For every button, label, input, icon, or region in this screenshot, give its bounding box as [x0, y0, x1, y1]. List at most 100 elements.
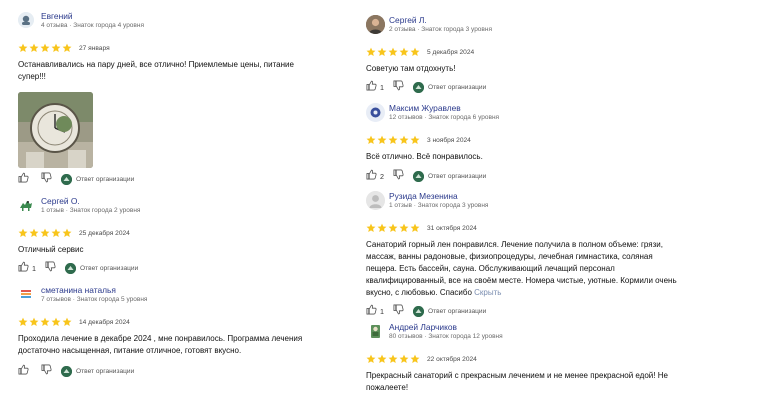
- dislike-button[interactable]: [393, 302, 404, 320]
- like-button[interactable]: [18, 362, 32, 380]
- organization-logo-icon: [413, 170, 424, 182]
- avatar[interactable]: [366, 322, 385, 341]
- thumb-up-icon: [366, 302, 377, 320]
- star-icon: [388, 135, 398, 144]
- thumb-up-icon: [18, 259, 29, 277]
- star-icon: [410, 47, 420, 56]
- dislike-button[interactable]: [45, 259, 56, 277]
- rating-row: 3 ноября 2024: [366, 133, 696, 147]
- avatar[interactable]: [366, 191, 385, 210]
- review-date: 14 декабря 2024: [79, 318, 130, 326]
- rating-stars: [366, 223, 420, 233]
- review-card: Рузида Мезенина 1 отзыв · Знаток города …: [366, 191, 696, 318]
- organization-logo-icon: [413, 81, 424, 93]
- org-reply-button[interactable]: Ответ организации: [61, 365, 135, 377]
- dislike-button[interactable]: [393, 167, 404, 185]
- reviewer-name[interactable]: Евгений: [41, 11, 73, 21]
- rating-row: 31 октября 2024: [366, 221, 696, 235]
- reviewer-name[interactable]: Сергей О.: [41, 196, 80, 206]
- review-card: Сергей Л. 2 отзыва · Знаток города 3 уро…: [366, 15, 696, 94]
- reviewer-meta: 4 отзыва · Знаток города 4 уровня: [41, 22, 144, 29]
- star-icon: [18, 43, 28, 52]
- star-icon: [18, 228, 28, 237]
- like-button[interactable]: 1: [18, 259, 36, 277]
- reviewer-name[interactable]: сметанина наталья: [41, 285, 116, 295]
- review-actions: Ответ организации: [18, 364, 338, 378]
- avatar[interactable]: [366, 103, 385, 122]
- reviewer-name[interactable]: Сергей Л.: [389, 15, 427, 25]
- org-reply-label: Ответ организации: [428, 172, 487, 180]
- star-icon: [399, 47, 409, 56]
- star-icon: [29, 317, 39, 326]
- star-icon: [366, 354, 376, 363]
- dislike-button[interactable]: [393, 78, 404, 96]
- like-button[interactable]: 2: [366, 167, 384, 185]
- review-text: Отличный сервис: [18, 245, 84, 254]
- star-icon: [399, 135, 409, 144]
- star-icon: [377, 47, 387, 56]
- org-reply-button[interactable]: Ответ организации: [413, 81, 486, 93]
- review-header: Сергей О. 1 отзыв · Знаток города 2 уров…: [18, 196, 338, 226]
- avatar[interactable]: [18, 286, 34, 302]
- avatar[interactable]: [18, 12, 34, 28]
- star-icon: [366, 135, 376, 144]
- org-reply-label: Ответ организации: [76, 367, 135, 375]
- org-reply-button[interactable]: Ответ организации: [65, 262, 138, 274]
- thumb-down-icon: [41, 170, 52, 188]
- org-reply-label: Ответ организации: [428, 307, 487, 315]
- like-button[interactable]: [18, 170, 32, 188]
- star-icon: [29, 43, 39, 52]
- rating-stars: [18, 228, 72, 238]
- organization-logo-icon: [413, 305, 424, 317]
- review-text: Проходила лечение в декабре 2024 , мне п…: [18, 334, 303, 355]
- review-date: 31 октября 2024: [427, 224, 477, 232]
- review-text: Советую там отдохнуть!: [366, 64, 456, 73]
- avatar[interactable]: [18, 197, 34, 213]
- star-icon: [51, 43, 61, 52]
- review-card: сметанина наталья 7 отзывов · Знаток гор…: [18, 285, 338, 378]
- reviewer-name[interactable]: Максим Журавлев: [389, 103, 461, 113]
- organization-logo-icon: [61, 365, 72, 377]
- star-icon: [399, 354, 409, 363]
- review-card: Максим Журавлев 12 отзывов · Знаток горо…: [366, 103, 696, 183]
- review-header: сметанина наталья 7 отзывов · Знаток гор…: [18, 285, 338, 315]
- dislike-button[interactable]: [41, 362, 52, 380]
- avatar[interactable]: [366, 15, 385, 34]
- review-text: Санаторий горный лен понравился. Лечение…: [366, 239, 684, 299]
- review-card: Евгений 4 отзыва · Знаток города 4 уровн…: [18, 11, 338, 186]
- review-text: Останавливались на пару дней, все отличн…: [18, 60, 294, 81]
- like-button[interactable]: 1: [366, 302, 384, 320]
- dislike-button[interactable]: [41, 170, 52, 188]
- reviewer-name[interactable]: Андрей Ларчиков: [389, 322, 457, 332]
- like-button[interactable]: 1: [366, 78, 384, 96]
- like-count: 1: [380, 306, 384, 316]
- star-icon: [410, 354, 420, 363]
- thumb-up-icon: [366, 78, 377, 96]
- star-icon: [62, 43, 72, 52]
- star-icon: [410, 223, 420, 232]
- star-icon: [40, 43, 50, 52]
- star-icon: [377, 223, 387, 232]
- like-count: 2: [380, 171, 384, 181]
- star-icon: [29, 228, 39, 237]
- org-reply-button[interactable]: Ответ организации: [413, 170, 487, 182]
- org-reply-button[interactable]: Ответ организации: [61, 173, 135, 185]
- star-icon: [51, 317, 61, 326]
- collapse-link[interactable]: Скрыть: [474, 288, 501, 297]
- review-photo[interactable]: [18, 92, 93, 168]
- review-actions: 1 Ответ организации: [366, 304, 696, 318]
- review-date: 5 декабря 2024: [427, 48, 475, 56]
- organization-logo-icon: [61, 173, 72, 185]
- star-icon: [62, 317, 72, 326]
- review-text: Прекрасный санаторий с прекрасным лечени…: [366, 371, 668, 392]
- star-icon: [366, 47, 376, 56]
- reviewer-name[interactable]: Рузида Мезенина: [389, 191, 458, 201]
- review-text: Всё отлично. Всё понравилось.: [366, 152, 483, 161]
- star-icon: [40, 317, 50, 326]
- org-reply-button[interactable]: Ответ организации: [413, 305, 487, 317]
- org-reply-label: Ответ организации: [76, 175, 135, 183]
- rating-stars: [366, 47, 420, 57]
- thumb-down-icon: [45, 259, 56, 277]
- star-icon: [51, 228, 61, 237]
- review-header: Максим Журавлев 12 отзывов · Знаток горо…: [366, 103, 696, 133]
